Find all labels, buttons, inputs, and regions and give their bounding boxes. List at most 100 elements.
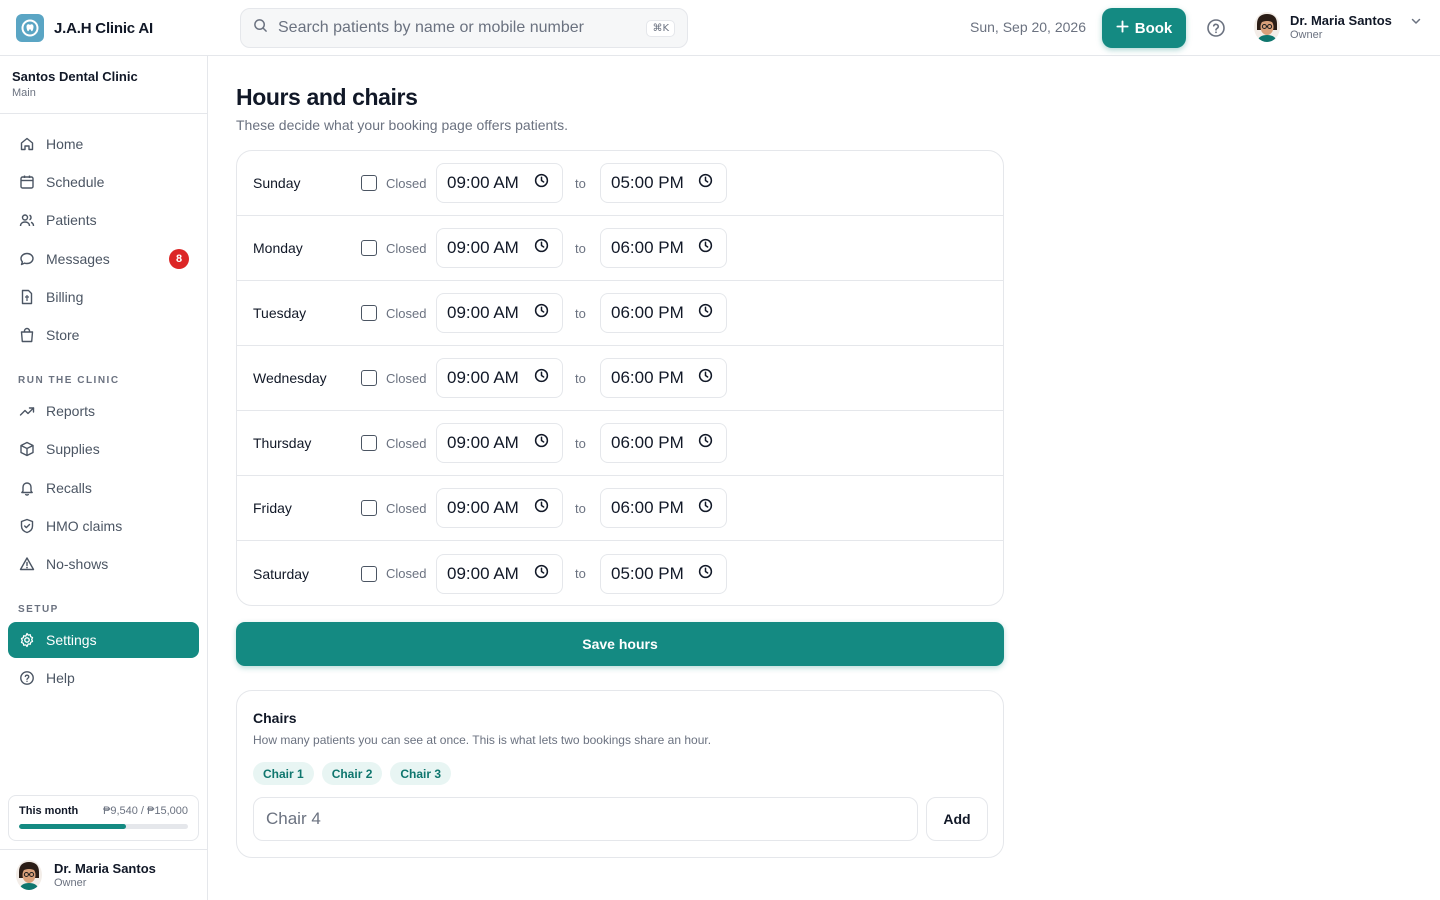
- close-time-input[interactable]: 06:00 PM: [600, 358, 727, 398]
- closed-checkbox[interactable]: [361, 500, 377, 516]
- open-time-value: 09:00 AM: [447, 498, 519, 517]
- close-time-input[interactable]: 05:00 PM: [600, 163, 727, 203]
- sidebar-item-label: Store: [46, 327, 80, 343]
- open-time-input[interactable]: 09:00 AM: [436, 358, 563, 398]
- home-icon: [19, 136, 35, 152]
- closed-toggle[interactable]: Closed: [361, 240, 426, 256]
- closed-label: Closed: [386, 240, 427, 256]
- sidebar-item-store[interactable]: Store: [8, 317, 199, 353]
- closed-checkbox[interactable]: [361, 435, 377, 451]
- save-hours-button[interactable]: Save hours: [236, 622, 1004, 666]
- book-button[interactable]: Book: [1102, 8, 1186, 48]
- close-time-value: 06:00 PM: [611, 303, 684, 322]
- closed-toggle[interactable]: Closed: [361, 565, 427, 582]
- close-time-input[interactable]: 06:00 PM: [600, 228, 727, 268]
- clock-icon[interactable]: [534, 303, 549, 323]
- clock-icon[interactable]: [534, 433, 549, 453]
- close-time-input[interactable]: 06:00 PM: [600, 293, 727, 333]
- open-time-input[interactable]: 09:00 AM: [436, 228, 563, 268]
- chair-chip[interactable]: Chair 1: [253, 762, 314, 785]
- clock-icon[interactable]: [698, 303, 713, 323]
- close-time-input[interactable]: 05:00 PM: [600, 553, 727, 594]
- sidebar-item-label: Billing: [46, 289, 84, 305]
- day-name: Wednesday: [253, 370, 327, 386]
- add-chair-button[interactable]: Add: [926, 797, 988, 841]
- open-time-input[interactable]: 09:00 AM: [436, 163, 563, 203]
- new-chair-input[interactable]: [253, 797, 918, 841]
- sidebar-item-home[interactable]: Home: [8, 126, 199, 162]
- closed-label: Closed: [386, 500, 427, 516]
- closed-toggle[interactable]: Closed: [361, 175, 426, 191]
- closed-checkbox[interactable]: [361, 565, 377, 582]
- clock-icon[interactable]: [534, 564, 549, 584]
- close-time-value: 06:00 PM: [611, 368, 684, 387]
- clock-icon[interactable]: [698, 238, 713, 258]
- section-run-the-clinic: RUN THE CLINIC: [18, 375, 120, 386]
- closed-checkbox[interactable]: [361, 370, 377, 386]
- sidebar-item-supplies[interactable]: Supplies: [8, 431, 199, 467]
- clock-icon[interactable]: [698, 564, 713, 584]
- closed-checkbox[interactable]: [361, 175, 377, 191]
- close-time-input[interactable]: 06:00 PM: [600, 488, 727, 528]
- open-time-input[interactable]: 09:00 AM: [436, 293, 563, 333]
- open-time-input[interactable]: 09:00 AM: [436, 553, 563, 594]
- day-row-wednesday: Wednesday Closed 09:00 AM to 06:00 PM: [237, 346, 1003, 411]
- open-time-input[interactable]: 09:00 AM: [436, 423, 563, 463]
- clock-icon[interactable]: [698, 368, 713, 388]
- sidebar-item-billing[interactable]: Billing: [8, 279, 199, 315]
- help-icon[interactable]: [1205, 17, 1227, 39]
- closed-checkbox[interactable]: [361, 305, 377, 321]
- sidebar-item-schedule[interactable]: Schedule: [8, 164, 199, 200]
- sidebar-item-messages[interactable]: Messages 8: [8, 241, 199, 277]
- clock-icon[interactable]: [698, 498, 713, 518]
- budget-label: This month: [19, 805, 79, 817]
- calendar-icon: [19, 174, 35, 190]
- sidebar-item-reports[interactable]: Reports: [8, 393, 199, 429]
- clock-icon[interactable]: [698, 433, 713, 453]
- search-bar[interactable]: ⌘K: [240, 8, 688, 48]
- clock-icon[interactable]: [534, 238, 549, 258]
- page-subtitle: These decide what your booking page offe…: [236, 117, 569, 133]
- closed-toggle[interactable]: Closed: [361, 500, 426, 516]
- clock-icon[interactable]: [534, 173, 549, 193]
- sidebar-item-label: Settings: [46, 632, 97, 648]
- search-input[interactable]: [278, 19, 647, 37]
- sidebar-item-label: Recalls: [46, 480, 92, 496]
- sidebar-item-patients[interactable]: Patients: [8, 202, 199, 238]
- day-name: Sunday: [253, 175, 301, 191]
- trending-up-icon: [19, 403, 35, 419]
- avatar: [1254, 12, 1280, 42]
- sidebar-item-help[interactable]: Help: [8, 660, 199, 696]
- to-label: to: [575, 500, 586, 516]
- closed-toggle[interactable]: Closed: [361, 435, 426, 451]
- open-time-value: 09:00 AM: [447, 433, 519, 452]
- sidebar-item-hmo-claims[interactable]: HMO claims: [8, 508, 199, 544]
- sidebar-item-settings[interactable]: Settings: [8, 622, 199, 658]
- closed-toggle[interactable]: Closed: [361, 370, 426, 386]
- chair-chip[interactable]: Chair 2: [321, 762, 383, 785]
- clock-icon[interactable]: [534, 368, 549, 388]
- sidebar-item-recalls[interactable]: Recalls: [8, 470, 199, 506]
- open-time-input[interactable]: 09:00 AM: [436, 488, 563, 528]
- sidebar-item-label: Home: [46, 136, 84, 152]
- clinic-switcher[interactable]: Santos Dental Clinic Main: [0, 56, 207, 114]
- user-menu[interactable]: Dr. Maria Santos Owner: [1254, 12, 1422, 42]
- help-icon: [19, 670, 35, 686]
- close-time-value: 06:00 PM: [611, 433, 684, 452]
- closed-label: Closed: [386, 566, 427, 581]
- sidebar-item-label: No-shows: [46, 556, 109, 572]
- current-date: Sun, Sep 20, 2026: [970, 19, 1086, 35]
- sidebar-item-no-shows[interactable]: No-shows: [8, 546, 199, 582]
- close-time-value: 06:00 PM: [611, 238, 684, 257]
- search-shortcut: ⌘K: [646, 19, 675, 37]
- close-time-input[interactable]: 06:00 PM: [600, 423, 727, 463]
- closed-toggle[interactable]: Closed: [361, 305, 426, 321]
- chair-chip[interactable]: Chair 3: [390, 762, 452, 785]
- clock-icon[interactable]: [698, 173, 713, 193]
- budget-progress-bar: [19, 824, 188, 829]
- brand[interactable]: J.A.H Clinic AI: [16, 14, 153, 42]
- closed-checkbox[interactable]: [361, 240, 377, 256]
- sidebar-user[interactable]: Dr. Maria Santos Owner: [0, 849, 207, 900]
- clock-icon[interactable]: [534, 498, 549, 518]
- sidebar-item-label: Help: [46, 670, 75, 686]
